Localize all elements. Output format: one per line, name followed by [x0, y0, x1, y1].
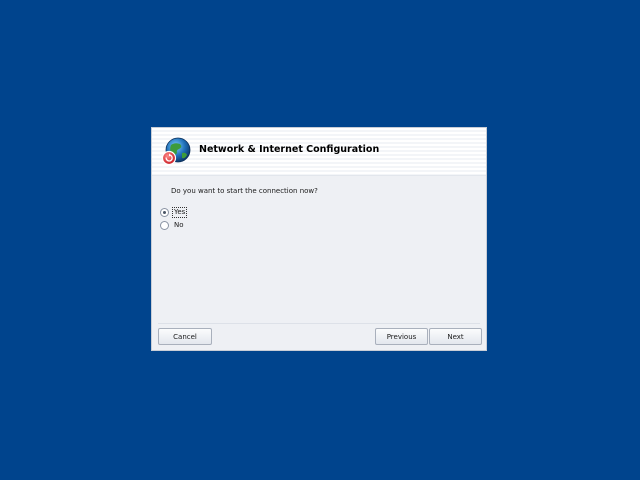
dialog-header: Network & Internet Configuration — [152, 128, 486, 176]
radio-label-no[interactable]: No — [172, 220, 186, 231]
radio-button-no[interactable] — [160, 221, 169, 230]
network-globe-icon — [161, 137, 191, 167]
dialog-title: Network & Internet Configuration — [199, 144, 380, 155]
radio-button-yes[interactable] — [160, 208, 169, 217]
desktop-background: Network & Internet Configuration Do you … — [0, 0, 640, 480]
radio-label-yes[interactable]: Yes — [172, 207, 188, 218]
button-separator — [158, 323, 480, 324]
connection-question: Do you want to start the connection now? — [171, 187, 318, 195]
cancel-button[interactable]: Cancel — [158, 328, 212, 345]
radio-option-yes[interactable]: Yes — [160, 207, 188, 218]
next-button[interactable]: Next — [429, 328, 482, 345]
radio-option-no[interactable]: No — [160, 220, 186, 231]
previous-button[interactable]: Previous — [375, 328, 428, 345]
network-config-dialog: Network & Internet Configuration Do you … — [151, 127, 487, 351]
